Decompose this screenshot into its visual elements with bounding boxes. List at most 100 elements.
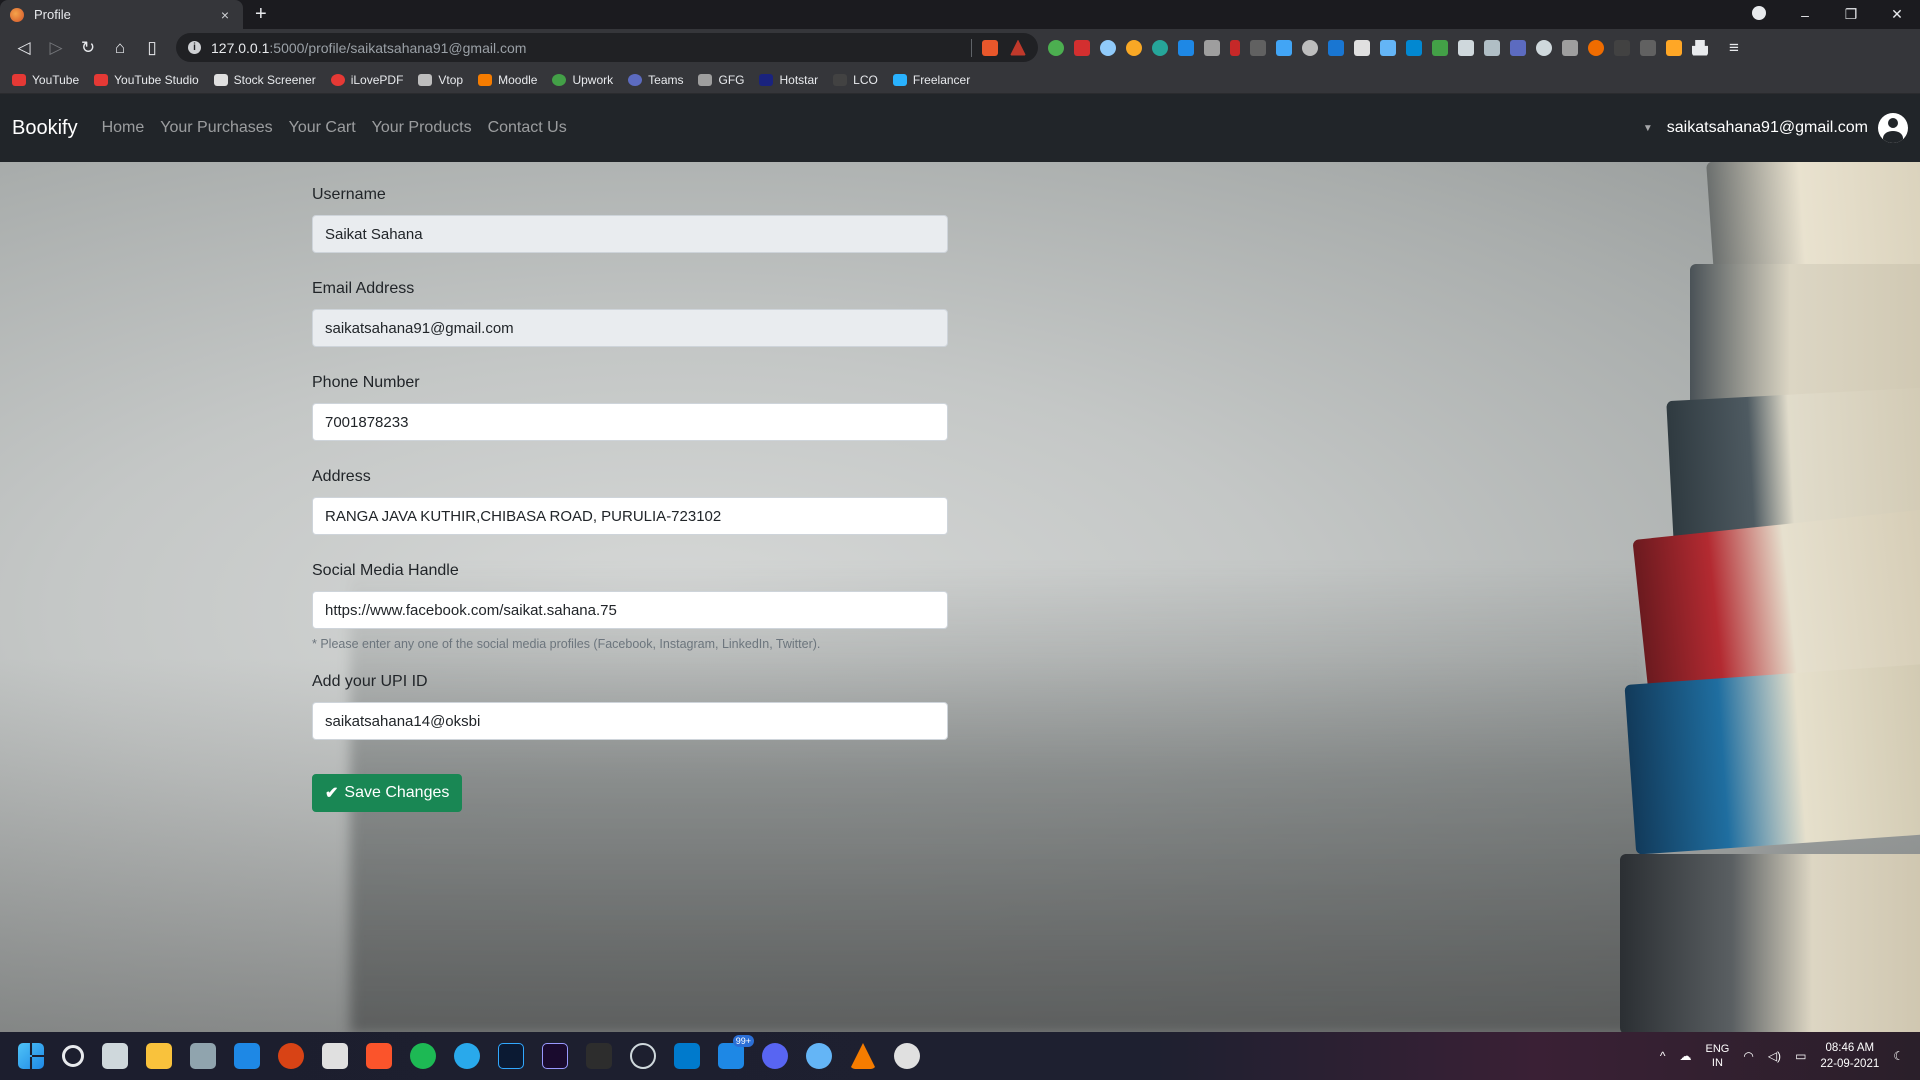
- extension-icon[interactable]: [1276, 39, 1292, 56]
- nav-link-contact-us[interactable]: Contact Us: [488, 119, 567, 137]
- address-bar[interactable]: i 127.0.0.1:5000/profile/saikatsahana91@…: [176, 33, 1038, 62]
- bookmark-item[interactable]: Stock Screener: [213, 73, 316, 87]
- mail-icon[interactable]: [234, 1043, 260, 1069]
- bookmark-item[interactable]: Moodle: [478, 73, 537, 87]
- brave-shields-icon[interactable]: [982, 39, 998, 56]
- phone-field[interactable]: 7001878233: [312, 403, 948, 441]
- username-field[interactable]: Saikat Sahana: [312, 215, 948, 253]
- nav-link-your-cart[interactable]: Your Cart: [289, 119, 356, 137]
- calculator-icon[interactable]: [190, 1043, 216, 1069]
- extension-icon[interactable]: [1380, 39, 1396, 56]
- bookmark-item[interactable]: YouTube Studio: [94, 73, 199, 87]
- save-changes-button[interactable]: ✔ Save Changes: [312, 774, 463, 812]
- bookmark-item[interactable]: iLovePDF: [330, 73, 403, 87]
- extension-icon[interactable]: [1178, 39, 1194, 56]
- brave-browser-icon[interactable]: [366, 1043, 392, 1069]
- night-mode-icon[interactable]: ☾: [1893, 1049, 1904, 1063]
- reload-icon[interactable]: ↻: [72, 38, 104, 58]
- start-icon[interactable]: [18, 1043, 44, 1069]
- extension-icon[interactable]: [1074, 39, 1090, 56]
- telegram-icon[interactable]: [454, 1043, 480, 1069]
- site-info-icon[interactable]: i: [188, 41, 201, 54]
- user-avatar-icon[interactable]: [1878, 113, 1908, 143]
- nav-link-your-products[interactable]: Your Products: [372, 119, 472, 137]
- obs-icon[interactable]: [630, 1043, 656, 1069]
- tab-close-icon[interactable]: ×: [217, 7, 233, 23]
- extension-icon[interactable]: [1432, 39, 1448, 56]
- new-tab-button[interactable]: +: [243, 0, 279, 29]
- bookmark-item[interactable]: Hotstar: [759, 73, 818, 87]
- extension-icon[interactable]: [1204, 39, 1220, 56]
- extension-icon[interactable]: [1250, 39, 1266, 56]
- extension-icon[interactable]: [1458, 39, 1474, 56]
- language-indicator[interactable]: ENG IN: [1706, 1042, 1730, 1070]
- user-dropdown[interactable]: ▼ saikatsahana91@gmail.com: [1643, 94, 1908, 162]
- forward-arrow-icon[interactable]: ▷: [40, 38, 72, 58]
- extension-icon[interactable]: [1666, 39, 1682, 56]
- extension-icon[interactable]: [1510, 39, 1526, 56]
- bookmark-item[interactable]: GFG: [698, 73, 744, 87]
- extension-icon[interactable]: [1484, 39, 1500, 56]
- extension-icon[interactable]: [1100, 39, 1116, 56]
- discord-icon[interactable]: [762, 1043, 788, 1069]
- close-window-button[interactable]: ✕: [1874, 6, 1920, 23]
- social-handle-field[interactable]: https://www.facebook.com/saikat.sahana.7…: [312, 591, 948, 629]
- extension-icon[interactable]: [1048, 39, 1064, 56]
- extension-icon[interactable]: [1126, 39, 1142, 56]
- restore-button[interactable]: ❐: [1828, 6, 1874, 23]
- address-field[interactable]: RANGA JAVA KUTHIR,CHIBASA ROAD, PURULIA-…: [312, 497, 948, 535]
- app-icon[interactable]: [806, 1043, 832, 1069]
- battery-icon[interactable]: ▭: [1795, 1049, 1806, 1063]
- photoshop-icon[interactable]: [498, 1043, 524, 1069]
- snipping-tool-icon[interactable]: [322, 1043, 348, 1069]
- nav-link-home[interactable]: Home: [102, 119, 145, 137]
- bookmark-item[interactable]: Teams: [628, 73, 683, 87]
- browser-tab[interactable]: Profile ×: [0, 0, 243, 29]
- powerpoint-icon[interactable]: [278, 1043, 304, 1069]
- bookmark-item[interactable]: Freelancer: [892, 73, 970, 87]
- spotify-icon[interactable]: [410, 1043, 436, 1069]
- user-email[interactable]: saikatsahana91@gmail.com: [1667, 119, 1868, 137]
- chevron-up-icon[interactable]: ^: [1660, 1049, 1666, 1063]
- menu-icon[interactable]: ≡: [1718, 38, 1750, 58]
- upi-id-field[interactable]: saikatsahana14@oksbi: [312, 702, 948, 740]
- file-explorer-icon[interactable]: [146, 1043, 172, 1069]
- extension-icon[interactable]: [1562, 39, 1578, 56]
- extension-icon[interactable]: [1230, 39, 1240, 56]
- search-icon[interactable]: [62, 1045, 84, 1067]
- app-icon[interactable]: [894, 1043, 920, 1069]
- premiere-icon[interactable]: [542, 1043, 568, 1069]
- clock[interactable]: 08:46 AM 22-09-2021: [1820, 1040, 1879, 1072]
- bookmark-item[interactable]: LCO: [833, 73, 878, 87]
- extension-icon[interactable]: [1614, 39, 1630, 56]
- extension-icon[interactable]: [1302, 39, 1318, 56]
- bookmark-item[interactable]: YouTube: [12, 73, 79, 87]
- chevron-down-icon[interactable]: ▼: [1643, 123, 1653, 134]
- bookmark-item[interactable]: Upwork: [552, 73, 613, 87]
- extension-icon[interactable]: [1588, 39, 1604, 56]
- extension-icon[interactable]: [1640, 39, 1656, 56]
- minimize-button[interactable]: –: [1782, 7, 1828, 23]
- extension-icon[interactable]: [1536, 39, 1552, 56]
- grammarly-icon[interactable]: [1152, 39, 1168, 56]
- home-icon[interactable]: ⌂: [104, 38, 136, 58]
- bookmark-item[interactable]: Vtop: [418, 73, 463, 87]
- nav-link-your-purchases[interactable]: Your Purchases: [160, 119, 272, 137]
- extension-icon[interactable]: [1406, 39, 1422, 56]
- brave-rewards-icon[interactable]: [1010, 39, 1026, 56]
- extension-icon[interactable]: [1328, 39, 1344, 56]
- profile-menu-icon[interactable]: [1736, 6, 1782, 23]
- back-arrow-icon[interactable]: ◁: [8, 38, 40, 58]
- chat-icon[interactable]: 99+: [718, 1035, 754, 1069]
- email-field[interactable]: saikatsahana91@gmail.com: [312, 309, 948, 347]
- wifi-icon[interactable]: ◠: [1743, 1049, 1753, 1063]
- brand-logo[interactable]: Bookify: [12, 117, 78, 140]
- vlc-icon[interactable]: [850, 1043, 876, 1069]
- volume-icon[interactable]: ◁): [1768, 1049, 1781, 1063]
- terminal-icon[interactable]: [586, 1043, 612, 1069]
- task-view-icon[interactable]: [102, 1043, 128, 1069]
- vscode-icon[interactable]: [674, 1043, 700, 1069]
- puzzle-extensions-icon[interactable]: [1692, 39, 1708, 56]
- onedrive-icon[interactable]: ☁: [1680, 1049, 1692, 1063]
- extension-icon[interactable]: [1354, 39, 1370, 56]
